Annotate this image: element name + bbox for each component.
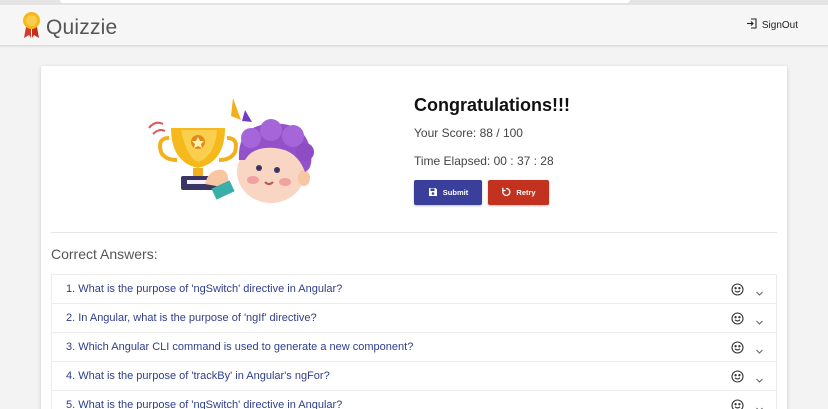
chevron-down-icon[interactable] — [755, 401, 764, 409]
medal-icon — [22, 11, 41, 44]
chevron-down-icon[interactable] — [755, 343, 764, 361]
score-text: Your Score: 88 / 100 — [414, 126, 523, 140]
submit-label: Submit — [442, 188, 469, 197]
smile-icon — [731, 312, 744, 330]
action-buttons: Submit Retry — [414, 180, 570, 205]
retry-icon — [501, 187, 516, 199]
signout-button[interactable]: SignOut — [746, 18, 798, 32]
save-icon — [428, 187, 443, 199]
smile-icon — [731, 283, 744, 301]
smile-icon — [731, 399, 744, 409]
question-text: 3. Which Angular CLI command is used to … — [66, 341, 414, 353]
question-item[interactable]: 4. What is the purpose of 'trackBy' in A… — [51, 361, 777, 390]
time-elapsed-text: Time Elapsed: 00 : 37 : 28 — [414, 154, 554, 168]
congrats-heading: Congratulations!!! — [414, 95, 570, 115]
signout-label: SignOut — [761, 19, 798, 31]
retry-button[interactable]: Retry — [488, 180, 549, 205]
question-item[interactable]: 1. What is the purpose of 'ngSwitch' dir… — [51, 274, 777, 303]
retry-label: Retry — [516, 188, 536, 197]
question-text: 1. What is the purpose of 'ngSwitch' dir… — [66, 283, 343, 295]
question-item[interactable]: 3. Which Angular CLI command is used to … — [51, 332, 777, 361]
section-divider — [51, 232, 777, 233]
result-card: Congratulations!!! Your Score: 88 / 100 … — [41, 66, 787, 409]
question-text: 4. What is the purpose of 'trackBy' in A… — [66, 370, 330, 382]
trophy-illustration — [147, 98, 319, 206]
chevron-down-icon[interactable] — [755, 285, 764, 303]
correct-answers-title: Correct Answers: — [51, 246, 158, 262]
chevron-down-icon[interactable] — [755, 372, 764, 390]
question-item[interactable]: 5. What is the purpose of 'ngSwitch' dir… — [51, 390, 777, 409]
submit-button[interactable]: Submit — [414, 180, 482, 205]
question-text: 5. What is the purpose of 'ngSwitch' dir… — [66, 399, 343, 409]
question-text: 2. In Angular, what is the purpose of 'n… — [66, 312, 317, 324]
browser-address-bar — [60, 0, 630, 3]
answers-list: 1. What is the purpose of 'ngSwitch' dir… — [51, 274, 777, 409]
chevron-down-icon[interactable] — [755, 314, 764, 332]
app-title: Quizzie — [46, 15, 118, 39]
app-bar: Quizzie SignOut — [0, 5, 828, 46]
signout-icon — [746, 18, 762, 32]
question-item[interactable]: 2. In Angular, what is the purpose of 'n… — [51, 303, 777, 332]
brand[interactable]: Quizzie — [22, 11, 117, 44]
smile-icon — [731, 370, 744, 388]
result-summary: Congratulations!!! Your Score: 88 / 100 … — [414, 95, 570, 205]
smile-icon — [731, 341, 744, 359]
